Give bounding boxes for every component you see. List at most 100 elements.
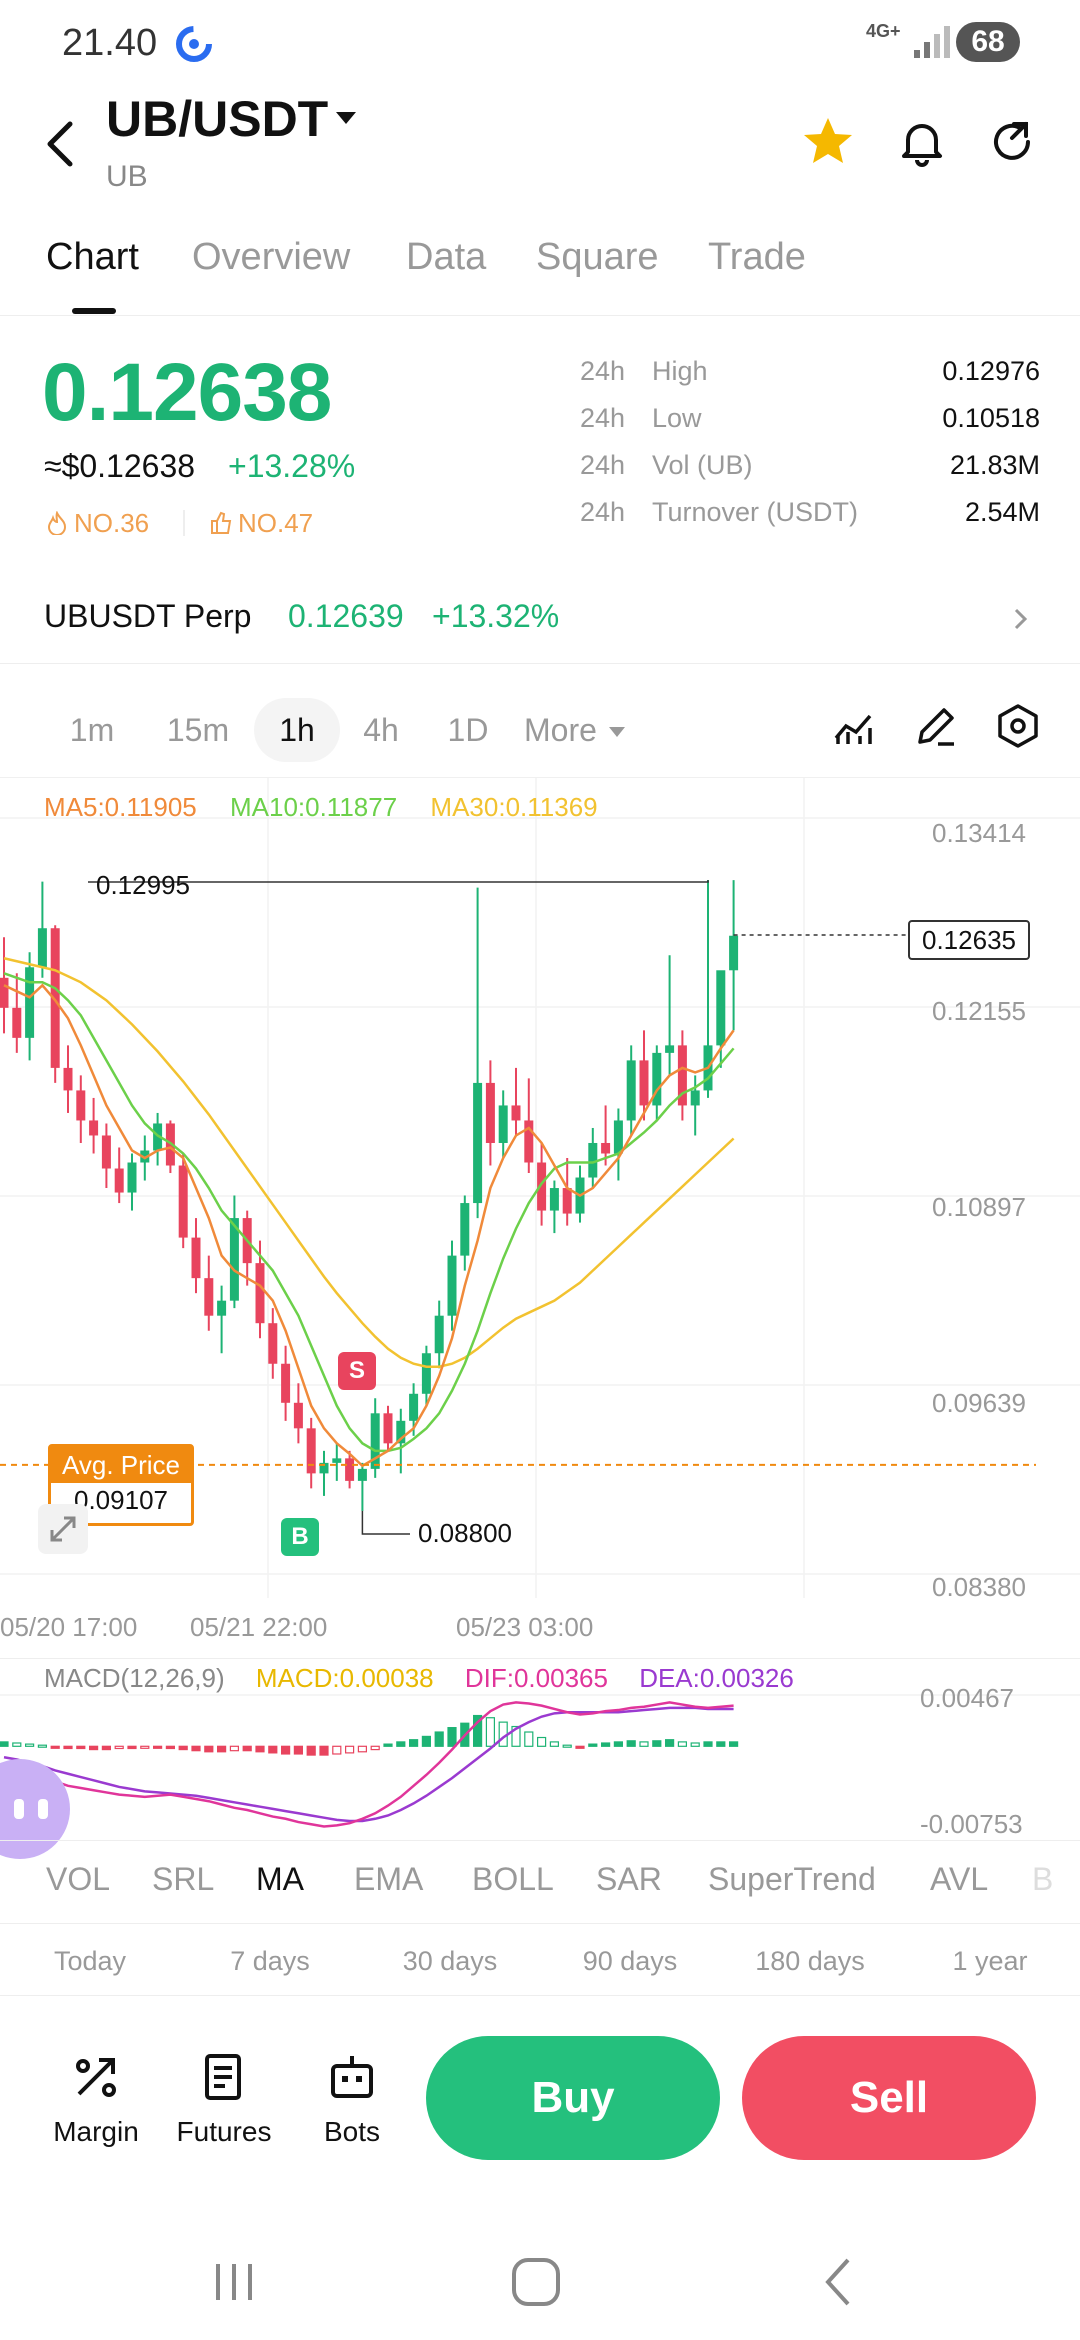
indicator-avl[interactable]: AVL: [930, 1861, 988, 1898]
stat-period: 24h: [580, 403, 626, 433]
macd-bar: [728, 1741, 739, 1747]
tab-bar: Chart Overview Data Square Trade: [0, 232, 1080, 316]
recent-apps-icon[interactable]: [204, 2252, 264, 2312]
perp-change: +13.32%: [432, 598, 560, 634]
indicator-boll[interactable]: BOLL: [472, 1861, 554, 1898]
macd-bar: [217, 1745, 227, 1753]
margin-button[interactable]: Margin: [36, 2050, 156, 2148]
tab-trade[interactable]: Trade: [708, 236, 806, 279]
timeframe-4h[interactable]: 4h: [346, 698, 416, 762]
back-nav-icon[interactable]: [808, 2252, 868, 2312]
candle-body: [409, 1393, 419, 1421]
tab-data[interactable]: Data: [406, 236, 486, 279]
macd-bar: [0, 1741, 9, 1747]
sell-button[interactable]: Sell: [742, 2036, 1036, 2160]
macd-bar: [50, 1745, 60, 1749]
range-today[interactable]: Today: [0, 1946, 180, 1977]
indicator-sar[interactable]: SAR: [596, 1861, 662, 1898]
favorite-star-icon[interactable]: [800, 114, 856, 170]
candle-body: [76, 1090, 86, 1121]
perp-name: UBUSDT Perp: [44, 598, 252, 634]
stat-value: 0.10518: [942, 403, 1040, 433]
status-time: 21.40: [62, 22, 158, 64]
range-90-days[interactable]: 90 days: [540, 1946, 720, 1977]
buy-signal-marker[interactable]: B: [281, 1518, 319, 1556]
macd-bar: [370, 1745, 380, 1751]
indicator-supertrend[interactable]: SuperTrend: [708, 1861, 876, 1898]
candle-body: [268, 1323, 278, 1364]
candle-body: [63, 1067, 73, 1091]
candle-body: [434, 1315, 444, 1354]
range-30-days[interactable]: 30 days: [360, 1946, 540, 1977]
pair-title[interactable]: UB/USDT: [106, 90, 328, 148]
indicator-partial[interactable]: B: [1032, 1861, 1053, 1898]
timeframe-1m[interactable]: 1m: [52, 698, 132, 762]
perp-price: 0.12639: [288, 598, 404, 634]
range-180-days[interactable]: 180 days: [720, 1946, 900, 1977]
candle-body: [613, 1120, 623, 1154]
candle-body: [37, 928, 47, 968]
macd-bar: [575, 1745, 585, 1749]
ma-legend: MA5:0.11905 MA10:0.11877 MA30:0.11369: [44, 792, 624, 823]
timeframe-15m[interactable]: 15m: [150, 698, 246, 762]
bell-icon[interactable]: [894, 114, 950, 170]
back-arrow-icon[interactable]: [40, 114, 80, 174]
buy-button[interactable]: Buy: [426, 2036, 720, 2160]
last-price: 0.12638: [42, 347, 332, 438]
hot-rank[interactable]: NO.36: [46, 508, 149, 539]
tab-overview[interactable]: Overview: [192, 236, 350, 279]
share-icon[interactable]: [984, 114, 1040, 170]
bots-button[interactable]: Bots: [292, 2050, 412, 2148]
macd-bar: [536, 1736, 547, 1747]
macd-bar: [652, 1740, 662, 1747]
range-1-year[interactable]: 1 year: [900, 1946, 1080, 1977]
timeframe-1d[interactable]: 1D: [432, 698, 504, 762]
candle-body: [204, 1278, 214, 1316]
gain-rank[interactable]: NO.47: [210, 508, 313, 539]
indicator-vol[interactable]: VOL: [46, 1861, 110, 1898]
macd-bar: [613, 1741, 624, 1747]
y-tick-label: 0.09639: [932, 1388, 1026, 1418]
timeframe-more-label: More: [524, 712, 597, 748]
system-nav-bar: [0, 2220, 1080, 2340]
candle-body: [255, 1263, 265, 1324]
macd-panel[interactable]: MACD(12,26,9) MACD:0.00038 DIF:0.00365 D…: [0, 1658, 1080, 1859]
sell-signal-marker[interactable]: S: [338, 1352, 376, 1390]
expand-icon[interactable]: [38, 1504, 88, 1554]
draw-pencil-icon[interactable]: [910, 700, 962, 752]
candle-body: [114, 1168, 124, 1193]
status-bar: 21.40 4G+ 68: [0, 0, 1080, 84]
ma10-label: MA10:0.11877: [229, 792, 398, 822]
candle-body: [0, 977, 9, 1008]
x-tick-label: 05/21 22:00: [190, 1612, 328, 1642]
indicator-srl[interactable]: SRL: [152, 1861, 214, 1898]
chevron-down-icon[interactable]: [334, 108, 358, 128]
indicator-bar: VOL SRL MA EMA BOLL SAR SuperTrend AVL B: [0, 1840, 1080, 1924]
candle-body: [281, 1363, 291, 1403]
bots-label: Bots: [323, 2116, 381, 2147]
candlestick-chart[interactable]: MA5:0.11905 MA10:0.11877 MA30:0.11369 0.…: [0, 778, 1080, 1658]
home-icon[interactable]: [506, 2252, 566, 2312]
settings-icon[interactable]: [992, 700, 1044, 752]
timeframe-more[interactable]: More: [524, 698, 654, 762]
candle-body: [101, 1135, 111, 1169]
macd-bar: [409, 1739, 419, 1747]
indicator-ema[interactable]: EMA: [354, 1861, 423, 1898]
timeframe-1h[interactable]: 1h: [254, 698, 340, 762]
macd-legend: MACD(12,26,9) MACD:0.00038 DIF:0.00365 D…: [44, 1663, 818, 1694]
stat-low: 24h Low 0.10518: [580, 403, 1040, 450]
futures-label: Futures: [176, 2116, 272, 2147]
indicator-icon[interactable]: [828, 700, 880, 752]
tab-chart[interactable]: Chart: [46, 236, 139, 279]
range-7-days[interactable]: 7 days: [180, 1946, 360, 1977]
macd-bar: [140, 1745, 150, 1749]
futures-button[interactable]: Futures: [164, 2050, 284, 2148]
tab-square[interactable]: Square: [536, 236, 659, 279]
x-tick-label: 05/20 17:00: [0, 1612, 138, 1642]
perp-link-row[interactable]: UBUSDT Perp 0.12639 +13.32%: [0, 580, 1080, 664]
candle-body: [729, 935, 739, 971]
robot-icon: [331, 2056, 373, 2098]
indicator-ma[interactable]: MA: [256, 1861, 304, 1898]
stat-volume: 24h Vol (UB) 21.83M: [580, 450, 1040, 497]
chart-canvas[interactable]: [0, 778, 1080, 1658]
